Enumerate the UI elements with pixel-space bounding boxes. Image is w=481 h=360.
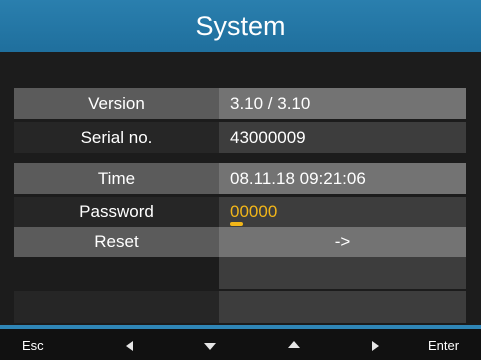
- password-value[interactable]: 00000: [230, 202, 278, 226]
- version-value: 3.10 / 3.10: [219, 88, 466, 119]
- empty-row: [14, 291, 466, 323]
- arrow-right-icon[interactable]: [372, 341, 379, 351]
- time-label: Time: [14, 163, 219, 194]
- empty-cell: [14, 257, 219, 289]
- page-title: System: [195, 10, 286, 41]
- esc-key[interactable]: Esc: [22, 338, 44, 353]
- row-time[interactable]: Time 08.11.18 09:21:06: [14, 163, 466, 194]
- enter-key[interactable]: Enter: [428, 338, 459, 353]
- serial-label: Serial no.: [14, 122, 219, 153]
- arrow-up-icon[interactable]: [288, 341, 300, 348]
- password-field[interactable]: 00000: [219, 197, 466, 227]
- empty-cell: [219, 257, 466, 289]
- softkey-bar: Esc Enter: [0, 329, 481, 360]
- password-digits: 00000: [230, 202, 278, 221]
- serial-value: 43000009: [219, 122, 466, 153]
- row-version: Version 3.10 / 3.10: [14, 88, 466, 119]
- row-password[interactable]: Password 00000: [14, 197, 466, 227]
- empty-cell: [14, 291, 219, 323]
- version-label: Version: [14, 88, 219, 119]
- row-serial: Serial no. 43000009: [14, 122, 466, 153]
- reset-label: Reset: [14, 227, 219, 257]
- row-reset[interactable]: Reset ->: [14, 227, 466, 257]
- title-bar: System: [0, 0, 481, 52]
- edit-cursor: [230, 222, 243, 226]
- empty-cell: [219, 291, 466, 323]
- arrow-down-icon[interactable]: [204, 343, 216, 350]
- time-value[interactable]: 08.11.18 09:21:06: [219, 163, 466, 194]
- arrow-left-icon[interactable]: [126, 341, 133, 351]
- password-label: Password: [14, 197, 219, 227]
- system-screen: System Version 3.10 / 3.10 Serial no. 43…: [0, 0, 481, 360]
- reset-action[interactable]: ->: [219, 227, 466, 257]
- empty-row: [14, 257, 466, 289]
